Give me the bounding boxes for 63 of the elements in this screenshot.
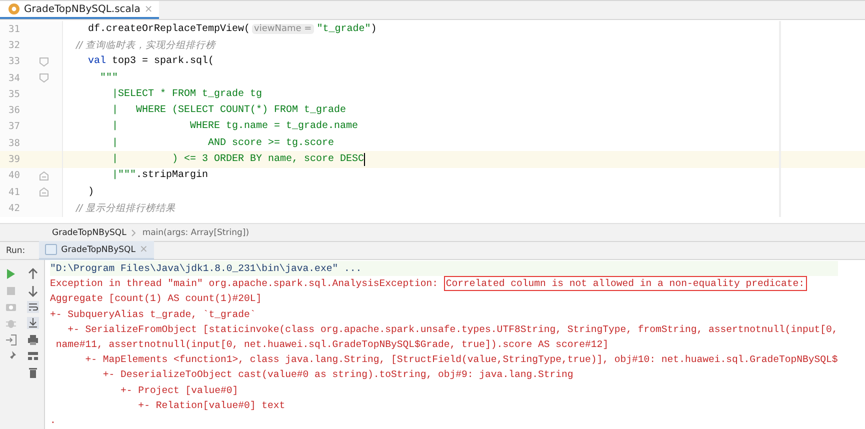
code-string: | ) <= 3 ORDER BY name, score DESC bbox=[111, 154, 364, 166]
code-text: ) bbox=[370, 24, 377, 35]
breadcrumb[interactable]: GradeTopNBySQL bbox=[52, 228, 126, 238]
console-text: . bbox=[50, 414, 56, 426]
parameter-hint: viewName = bbox=[252, 24, 314, 34]
trash-icon[interactable] bbox=[27, 366, 39, 379]
down-arrow-icon[interactable] bbox=[27, 284, 39, 297]
login-icon[interactable] bbox=[5, 334, 17, 346]
code-string: | WHERE (SELECT COUNT(*) FROM t_grade bbox=[111, 105, 346, 116]
code-string: """ bbox=[99, 72, 118, 84]
run-icon[interactable] bbox=[5, 268, 17, 280]
line-number: 32 bbox=[8, 40, 21, 51]
console-text: Exception in thread "main" org.apache.spark.sql.AnalysisException: bbox=[50, 278, 440, 290]
line-number: 35 bbox=[8, 88, 21, 100]
code-string: |SELECT * FROM t_grade tg bbox=[111, 88, 262, 100]
line-number: 36 bbox=[8, 105, 21, 116]
fold-icon[interactable] bbox=[39, 187, 49, 198]
fold-icon[interactable] bbox=[39, 56, 49, 67]
console-text: +- SerializeFromObject [staticinvoke(class org.apache.spark.unsafe.types.UTF8String, StringType, fromString, assertnotnull(input[0, bbox=[66, 324, 838, 335]
up-arrow-icon[interactable] bbox=[27, 268, 39, 280]
file-tab[interactable]: GradeTopNBySQL.scala × bbox=[0, 1, 159, 19]
highlighted-error-text: Correlated column is not allowed in a non-equality predicate: bbox=[444, 276, 807, 292]
line-number: 31 bbox=[8, 24, 21, 35]
breadcrumb[interactable]: main(args: Array[String]) bbox=[142, 228, 250, 238]
fold-icon[interactable] bbox=[39, 170, 49, 181]
chevron-icon bbox=[131, 228, 138, 236]
print-icon[interactable] bbox=[27, 334, 39, 346]
console-text: "D:\Program Files\Java\jdk1.8.0_231\bin\java.exe" ... bbox=[50, 263, 362, 274]
code-comment: // 查询临时表，实现分组排行榜 bbox=[74, 38, 216, 52]
line-number: 42 bbox=[8, 202, 21, 214]
line-number: 38 bbox=[8, 138, 21, 149]
panel-label: Run: bbox=[5, 246, 26, 256]
line-number: 39 bbox=[8, 154, 21, 166]
code-string: "t_grade" bbox=[316, 24, 371, 35]
line-number: 41 bbox=[8, 186, 21, 198]
code-text: df.createOrReplaceTempView( bbox=[87, 24, 250, 35]
console-text: name#11, assertnotnull(input[0, net.huawei.sql.GradeTopNBySQL$Grade, true]).score AS score#12] bbox=[54, 339, 609, 350]
code-text: .stripMargin bbox=[136, 170, 208, 182]
fold-icon[interactable] bbox=[39, 73, 49, 84]
wrap-lines-icon[interactable] bbox=[27, 300, 39, 313]
line-number: 33 bbox=[8, 56, 21, 68]
code-keyword: val bbox=[87, 56, 106, 68]
line-number: 34 bbox=[8, 72, 21, 84]
code-string: | WHERE tg.name = t_grade.name bbox=[111, 121, 358, 132]
layout-icon[interactable] bbox=[27, 350, 39, 362]
console-text: Aggregate [count(1) AS count(1)#20L] bbox=[50, 293, 262, 304]
console-text: +- MapElements <function1>, class java.lang.String, [StructField(value,StringType,true)], obj#10: net.huawei.sql.GradeTopNBySQL$ bbox=[84, 354, 838, 366]
run-tab[interactable]: GradeTopNBySQL × bbox=[39, 241, 154, 260]
line-number: 40 bbox=[8, 170, 21, 182]
console-text: +- SubqueryAlias t_grade, `t_grade` bbox=[50, 308, 256, 320]
line-number: 37 bbox=[8, 121, 21, 132]
code-comment: // 显示分组排行榜结果 bbox=[74, 202, 176, 215]
console-text: +- Relation[value#0] text bbox=[137, 400, 286, 411]
console-icon bbox=[45, 244, 58, 255]
console-text: +- Project [value#0] bbox=[120, 384, 238, 396]
code-text: top3 = spark.sql( bbox=[111, 56, 214, 68]
code-string: | AND score >= tg.score bbox=[111, 138, 334, 149]
code-string: |""" bbox=[111, 170, 136, 182]
scroll-to-end-icon[interactable] bbox=[27, 317, 39, 330]
text-cursor bbox=[364, 153, 366, 166]
file-icon bbox=[8, 3, 20, 15]
code-text: ) bbox=[87, 186, 94, 198]
console-text: +- DeserializeToObject cast(value#0 as string).toString, obj#9: java.lang.String bbox=[102, 369, 574, 380]
